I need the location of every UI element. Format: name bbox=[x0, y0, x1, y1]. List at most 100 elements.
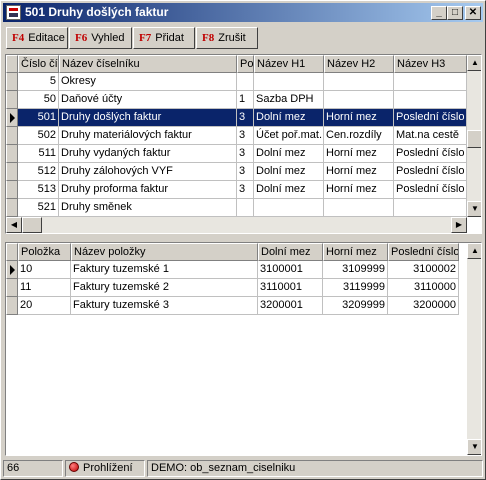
table-cell[interactable] bbox=[237, 199, 254, 217]
table-cell[interactable]: Druhy proforma faktur bbox=[59, 181, 237, 199]
row-indicator[interactable] bbox=[6, 163, 18, 181]
table-cell[interactable]: 5 bbox=[18, 73, 59, 91]
row-indicator[interactable] bbox=[6, 279, 18, 297]
table-cell[interactable]: 3 bbox=[237, 163, 254, 181]
table-cell[interactable]: 1 bbox=[237, 91, 254, 109]
table-cell[interactable]: Faktury tuzemské 3 bbox=[71, 297, 258, 315]
table-cell[interactable]: 3200001 bbox=[258, 297, 323, 315]
table-cell[interactable]: Druhy vydaných faktur bbox=[59, 145, 237, 163]
add-button[interactable]: F7 Přidat bbox=[133, 27, 195, 49]
table-cell[interactable] bbox=[324, 73, 394, 91]
delete-button[interactable]: F8 Zrušit bbox=[196, 27, 258, 49]
table-cell[interactable]: 3119999 bbox=[323, 279, 388, 297]
header-col[interactable]: Název H2 bbox=[324, 55, 394, 73]
scroll-up-arrow[interactable]: ▲ bbox=[467, 55, 481, 71]
row-indicator[interactable] bbox=[6, 73, 18, 91]
table-cell[interactable]: 3 bbox=[237, 181, 254, 199]
table-cell[interactable]: 3 bbox=[237, 145, 254, 163]
table-cell[interactable]: Poslední číslo bbox=[394, 109, 467, 127]
table-cell[interactable]: Okresy bbox=[59, 73, 237, 91]
table-cell[interactable]: 3 bbox=[237, 109, 254, 127]
table-cell[interactable]: Horní mez bbox=[324, 145, 394, 163]
hscroll-thumb[interactable] bbox=[22, 217, 42, 233]
row-indicator[interactable] bbox=[6, 91, 18, 109]
row-indicator[interactable] bbox=[6, 261, 18, 279]
header-col[interactable]: Název H3 bbox=[394, 55, 467, 73]
row-indicator[interactable] bbox=[6, 145, 18, 163]
table-cell[interactable]: Druhy směnek bbox=[59, 199, 237, 217]
maximize-button[interactable]: □ bbox=[447, 6, 463, 20]
table-cell[interactable]: 3110000 bbox=[388, 279, 459, 297]
table-cell[interactable]: Účet poř.mat. bbox=[254, 127, 324, 145]
table-cell[interactable]: 3209999 bbox=[323, 297, 388, 315]
table-cell[interactable] bbox=[394, 199, 467, 217]
table-cell[interactable]: Cen.rozdíly bbox=[324, 127, 394, 145]
header-col[interactable]: Název H1 bbox=[254, 55, 324, 73]
table-cell[interactable]: 513 bbox=[18, 181, 59, 199]
edit-button[interactable]: F4 Editace bbox=[6, 27, 68, 49]
title-bar[interactable]: 501 Druhy došlých faktur _ □ ✕ bbox=[3, 3, 483, 22]
bottom-vertical-scrollbar[interactable]: ▲ ▼ bbox=[467, 243, 481, 455]
table-cell[interactable]: 502 bbox=[18, 127, 59, 145]
table-cell[interactable] bbox=[324, 91, 394, 109]
table-cell[interactable]: Horní mez bbox=[324, 163, 394, 181]
table-cell[interactable]: Dolní mez bbox=[254, 145, 324, 163]
table-cell[interactable]: Horní mez bbox=[324, 181, 394, 199]
minimize-button[interactable]: _ bbox=[431, 6, 447, 20]
table-cell[interactable] bbox=[394, 73, 467, 91]
table-cell[interactable]: 50 bbox=[18, 91, 59, 109]
header-col[interactable]: Název číselníku bbox=[59, 55, 237, 73]
table-cell[interactable]: Druhy došlých faktur bbox=[59, 109, 237, 127]
table-cell[interactable]: Dolní mez bbox=[254, 163, 324, 181]
table-cell[interactable]: 511 bbox=[18, 145, 59, 163]
scroll-thumb[interactable] bbox=[467, 130, 481, 148]
table-cell[interactable]: 3100001 bbox=[258, 261, 323, 279]
table-cell[interactable]: Poslední číslo bbox=[394, 145, 467, 163]
close-button[interactable]: ✕ bbox=[465, 6, 481, 20]
row-indicator[interactable] bbox=[6, 199, 18, 217]
table-cell[interactable]: Horní mez bbox=[324, 109, 394, 127]
row-indicator[interactable] bbox=[6, 109, 18, 127]
table-cell[interactable]: Mat.na cestě bbox=[394, 127, 467, 145]
table-cell[interactable]: 11 bbox=[18, 279, 71, 297]
table-cell[interactable] bbox=[254, 199, 324, 217]
table-cell[interactable]: Druhy materiálových faktur bbox=[59, 127, 237, 145]
table-cell[interactable]: 20 bbox=[18, 297, 71, 315]
search-button[interactable]: F6 Vyhled bbox=[69, 27, 132, 49]
table-cell[interactable]: 3 bbox=[237, 127, 254, 145]
table-cell[interactable]: 521 bbox=[18, 199, 59, 217]
table-cell[interactable]: 3110001 bbox=[258, 279, 323, 297]
table-cell[interactable]: 3109999 bbox=[323, 261, 388, 279]
scroll-left-arrow[interactable]: ◀ bbox=[6, 217, 22, 233]
table-cell[interactable]: 501 bbox=[18, 109, 59, 127]
table-cell[interactable] bbox=[324, 199, 394, 217]
table-cell[interactable]: Poslední číslo bbox=[394, 181, 467, 199]
table-cell[interactable]: Druhy zálohových VYF bbox=[59, 163, 237, 181]
header-col[interactable]: Položka bbox=[18, 243, 71, 261]
row-indicator[interactable] bbox=[6, 181, 18, 199]
row-indicator[interactable] bbox=[6, 297, 18, 315]
header-col[interactable]: Název položky bbox=[71, 243, 258, 261]
top-horizontal-scrollbar[interactable]: ◀ ▶ bbox=[6, 217, 467, 233]
table-cell[interactable]: 512 bbox=[18, 163, 59, 181]
header-col[interactable]: Poslední číslo bbox=[388, 243, 459, 261]
table-cell[interactable]: Poslední číslo bbox=[394, 163, 467, 181]
table-cell[interactable]: Faktury tuzemské 2 bbox=[71, 279, 258, 297]
header-col[interactable]: Číslo čí bbox=[18, 55, 59, 73]
header-col[interactable]: Dolní mez bbox=[258, 243, 323, 261]
scroll-right-arrow[interactable]: ▶ bbox=[451, 217, 467, 233]
table-cell[interactable]: Dolní mez bbox=[254, 109, 324, 127]
table-cell[interactable] bbox=[394, 91, 467, 109]
table-cell[interactable] bbox=[237, 73, 254, 91]
scroll-up-arrow[interactable]: ▲ bbox=[467, 243, 481, 259]
table-cell[interactable]: 3200000 bbox=[388, 297, 459, 315]
scroll-down-arrow[interactable]: ▼ bbox=[467, 201, 481, 217]
table-cell[interactable]: 3100002 bbox=[388, 261, 459, 279]
header-col[interactable]: Po bbox=[237, 55, 254, 73]
scroll-down-arrow[interactable]: ▼ bbox=[467, 439, 481, 455]
table-cell[interactable]: 10 bbox=[18, 261, 71, 279]
table-cell[interactable]: Dolní mez bbox=[254, 181, 324, 199]
table-cell[interactable]: Sazba DPH bbox=[254, 91, 324, 109]
header-col[interactable]: Horní mez bbox=[323, 243, 388, 261]
row-indicator[interactable] bbox=[6, 127, 18, 145]
